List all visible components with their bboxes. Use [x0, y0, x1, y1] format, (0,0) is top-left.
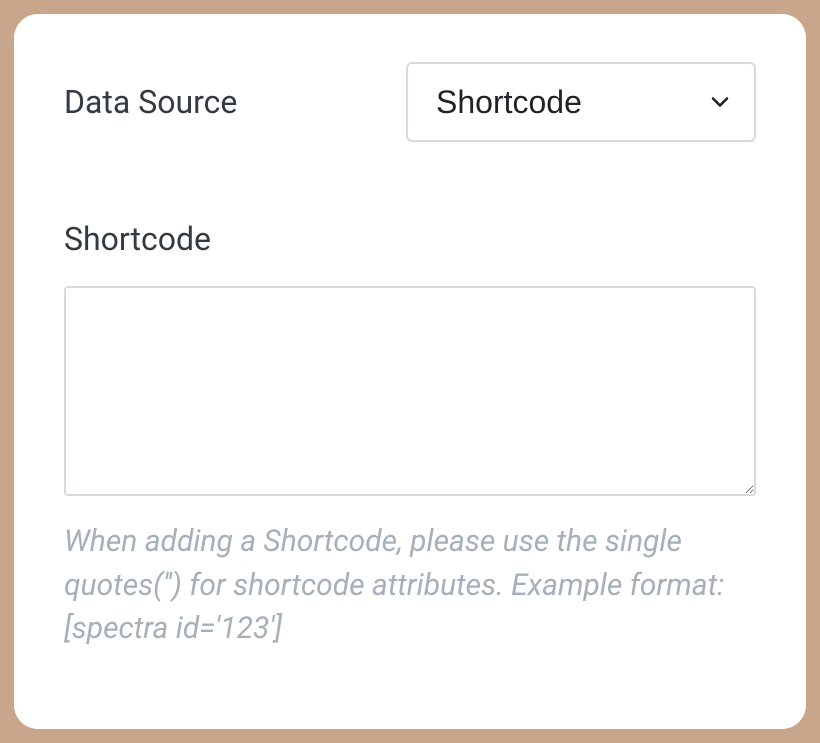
shortcode-label: Shortcode — [64, 220, 756, 258]
data-source-row: Data Source Shortcode — [64, 62, 756, 142]
data-source-select-wrap: Shortcode — [406, 62, 756, 142]
settings-panel: Data Source Shortcode Shortcode When add… — [14, 14, 806, 729]
shortcode-helper-text: When adding a Shortcode, please use the … — [64, 520, 756, 651]
data-source-label: Data Source — [64, 83, 237, 121]
data-source-select[interactable]: Shortcode — [406, 62, 756, 142]
shortcode-input[interactable] — [64, 286, 756, 496]
